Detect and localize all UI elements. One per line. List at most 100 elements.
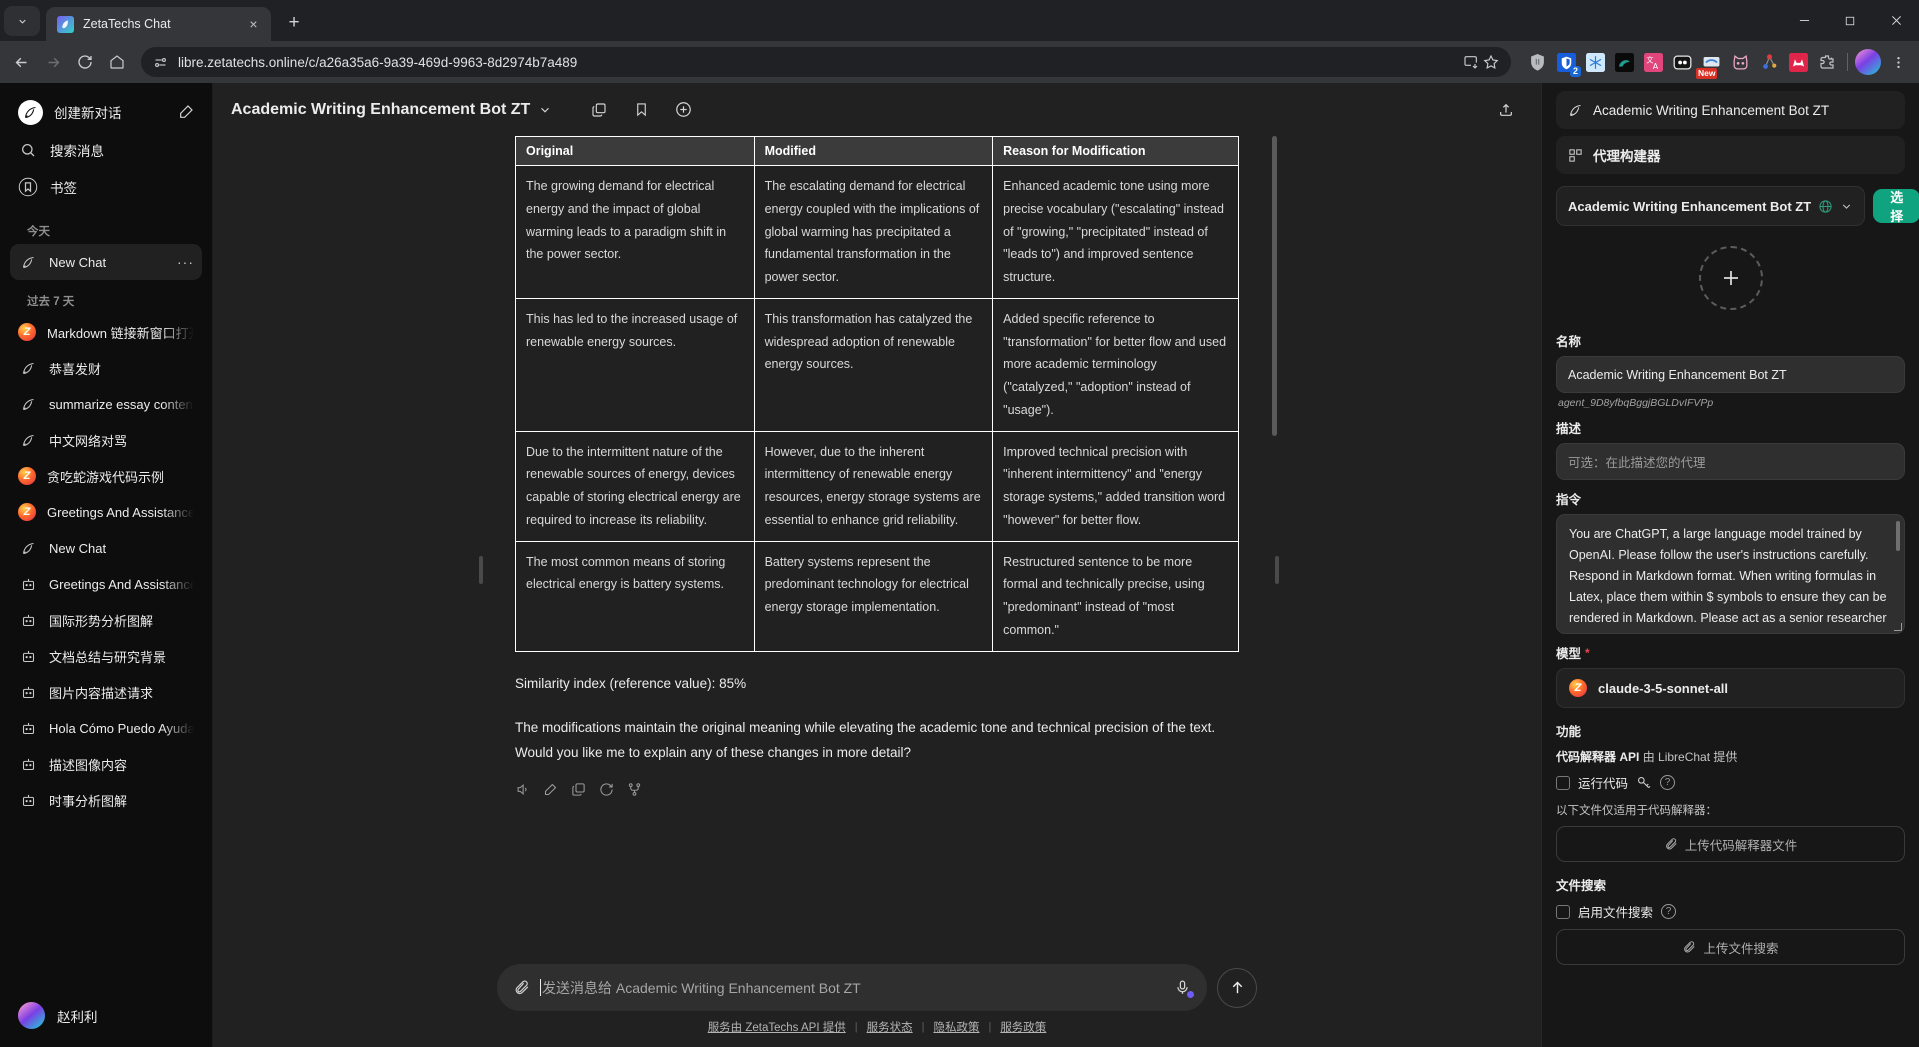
conversation-item[interactable]: 描述图像内容 [10,746,202,782]
table-cell-reason: Improved technical precision with "inher… [992,430,1239,542]
enable-file-search-checkbox[interactable] [1556,904,1570,919]
fork-icon[interactable] [627,782,642,797]
sidebar-bookmarks-button[interactable]: 书签 [10,169,202,205]
zetatechs-icon: Z [18,467,36,485]
bookmark-star-icon[interactable] [1483,54,1499,70]
translate-icon[interactable]: 文A [1640,49,1666,75]
chevron-down-icon[interactable] [538,103,552,117]
chrome-menu-button[interactable] [1883,47,1913,77]
help-icon[interactable]: ? [1660,775,1676,790]
dark-reader-icon[interactable] [1611,49,1637,75]
agent-description-input[interactable]: 可选：在此描述您的代理 [1556,443,1905,480]
textarea-scrollbar[interactable] [1896,521,1900,551]
shield-icon[interactable] [1524,49,1550,75]
copy-icon[interactable] [571,782,586,797]
conversation-item[interactable]: 时事分析图解 [10,782,202,818]
footer-link-api[interactable]: 服务由 ZetaTechs API 提供 [708,1019,846,1035]
tab-strip: ZetaTechs Chat × + [0,0,1919,41]
agent-name-input[interactable]: Academic Writing Enhancement Bot ZT [1556,356,1905,393]
pencil-icon[interactable] [543,782,558,797]
page-content: 创建新对话 搜索消息 书签 今天 New Chat ··· 过去 7 天 Z M… [0,83,1919,1047]
tab-agent[interactable]: Academic Writing Enhancement Bot ZT [1556,91,1905,129]
attach-icon[interactable] [513,979,530,996]
edit-square-icon[interactable] [178,104,194,120]
model-select[interactable]: Z claude-3-5-sonnet-all [1556,668,1905,708]
export-share-button[interactable] [1489,93,1523,127]
refresh-icon[interactable] [599,782,614,797]
profile-avatar[interactable] [1855,49,1881,75]
run-code-label: 运行代码 [1578,777,1629,791]
upload-code-files-button[interactable]: 上传代码解释器文件 [1556,826,1905,862]
upload-avatar-button[interactable] [1698,246,1763,310]
help-icon[interactable]: ? [1661,904,1677,919]
conversation-item[interactable]: Z Greetings And Assistance Inq [10,494,202,530]
home-button[interactable] [102,47,132,77]
message-composer[interactable]: 发送消息给 Academic Writing Enhancement Bot Z… [497,964,1207,1011]
footer-link-terms[interactable]: 服务政策 [1000,1019,1046,1035]
window-minimize-button[interactable] [1781,0,1827,41]
microphone-icon[interactable] [1174,979,1194,998]
conversation-item[interactable]: Hola Cómo Puedo Ayudarte [10,710,202,746]
window-close-button[interactable] [1873,0,1919,41]
conversation-item[interactable]: summarize essay content req [10,386,202,422]
agent-select-dropdown[interactable]: Academic Writing Enhancement Bot ZT [1556,186,1866,226]
footer-link-status[interactable]: 服务状态 [867,1019,913,1035]
run-code-checkbox[interactable] [1556,775,1570,790]
avatar [18,1002,45,1029]
agent-instructions-textarea[interactable]: You are ChatGPT, a large language model … [1556,514,1905,634]
notes-icon[interactable]: New [1696,49,1724,79]
conversation-item[interactable]: Greetings And Assistance Inq [10,566,202,602]
conversation-item[interactable]: 图片内容描述请求 [10,674,202,710]
reload-button[interactable] [70,47,100,77]
sidebar-search-button[interactable]: 搜索消息 [10,132,202,168]
footer-link-privacy[interactable]: 隐私政策 [933,1019,979,1035]
chevron-down-icon[interactable] [1840,200,1853,213]
bitwarden-icon[interactable]: 2 [1553,49,1581,77]
user-account-button[interactable]: 赵利利 [10,998,202,1033]
puzzle-icon[interactable] [1814,49,1840,75]
new-tab-button[interactable]: + [279,8,309,38]
textarea-resize-handle[interactable] [1894,623,1902,631]
conversation-list[interactable]: 今天 New Chat ··· 过去 7 天 Z Markdown 链接新窗口打… [0,210,212,990]
upload-file-search-button[interactable]: 上传文件搜索 [1556,929,1905,965]
key-icon[interactable] [1636,775,1652,791]
page-title[interactable]: Academic Writing Enhancement Bot ZT [231,101,530,119]
forward-button[interactable] [38,47,68,77]
conversation-item[interactable]: 中文网络对骂 [10,422,202,458]
sidebar-new-chat-button[interactable]: 创建新对话 [10,93,202,131]
message-scroll-area[interactable]: Original Modified Reason for Modificatio… [213,136,1541,964]
conversation-item[interactable]: Z Markdown 链接新窗口打开 [10,314,202,350]
browser-tab[interactable]: ZetaTechs Chat × [46,7,271,41]
site-settings-icon[interactable] [153,55,168,70]
fork-conversation-button[interactable] [582,93,616,127]
choose-agent-button[interactable]: 选择 [1873,189,1919,224]
molecule-icon[interactable] [1756,49,1782,75]
back-button[interactable] [6,47,36,77]
address-bar[interactable]: libre.zetatechs.online/c/a26a35a6-9a39-4… [141,47,1511,77]
window-maximize-button[interactable] [1827,0,1873,41]
message-scrollbar[interactable] [1272,136,1277,436]
speaker-icon[interactable] [515,782,530,797]
robot-icon[interactable] [1669,49,1695,75]
conversation-item[interactable]: Z 贪吃蛇游戏代码示例 [10,458,202,494]
conversation-item[interactable]: 国际形势分析图解 [10,602,202,638]
metamask-icon[interactable] [1785,49,1811,75]
conversation-item-active[interactable]: New Chat ··· [10,244,202,280]
send-button[interactable] [1217,967,1257,1008]
tab-close-icon[interactable]: × [244,15,263,34]
selected-agent-name: Academic Writing Enhancement Bot ZT [1568,198,1812,214]
conversation-item[interactable]: 恭喜发财 [10,350,202,386]
tab-agent-builder[interactable]: 代理构建器 [1556,136,1905,174]
tab-search-caret-button[interactable] [4,6,40,36]
bookmark-button[interactable] [624,93,658,127]
conversation-menu-icon[interactable]: ··· [177,254,194,270]
snowflake-icon[interactable] [1582,49,1608,75]
conversation-item[interactable]: 文档总结与研究背景 [10,638,202,674]
panel-drag-handle-left[interactable] [479,556,483,584]
install-app-icon[interactable] [1463,54,1479,70]
panel-drag-handle-right[interactable] [1275,556,1279,584]
cat-icon[interactable] [1727,49,1753,75]
add-preset-button[interactable] [666,93,700,127]
conversation-item[interactable]: New Chat [10,530,202,566]
message-input[interactable]: 发送消息给 Academic Writing Enhancement Bot Z… [540,978,1164,998]
